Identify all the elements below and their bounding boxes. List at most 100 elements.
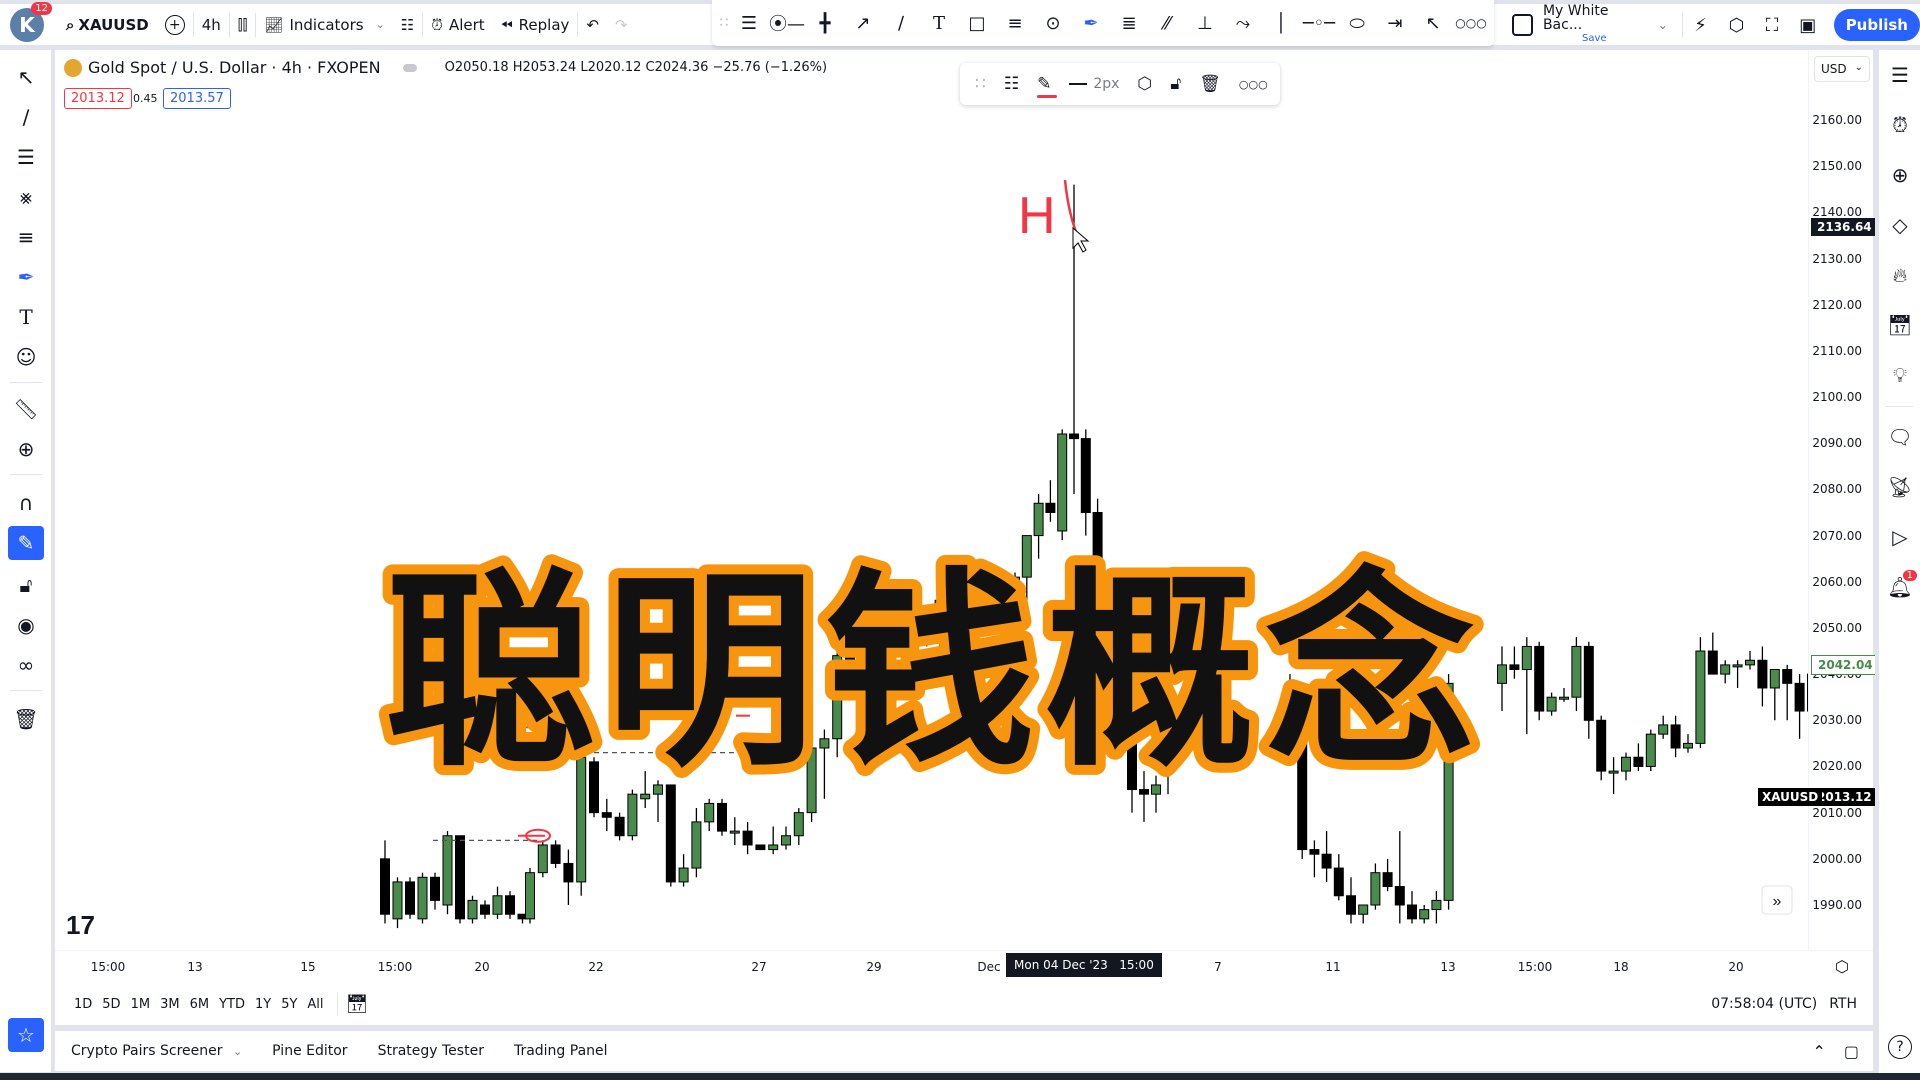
candle-body [640,793,651,800]
maximize-panel-button[interactable]: ▢ [1844,1042,1859,1061]
collapse-panel-button[interactable]: ⌃ [1812,1042,1825,1061]
candle-body [678,867,689,883]
favorites-button[interactable]: ☆ [8,1018,44,1052]
help-button[interactable]: ? [1883,1030,1917,1064]
settings-button[interactable]: ⬡ [1128,63,1161,105]
candle-body [1670,724,1681,749]
streams-button[interactable]: 📡︎ [1883,470,1917,504]
range-5y[interactable]: 5Y [276,997,302,1012]
candle-body [1633,756,1644,767]
ideas-button[interactable]: 💡︎ [1883,358,1917,392]
lock-button[interactable]: 🔓︎ [1161,63,1190,105]
price-tick-label: 2080.00 [1812,482,1862,497]
watchlist-button[interactable]: ☰ [1883,58,1917,92]
range-3m[interactable]: 3M [155,997,185,1012]
publish-button[interactable]: Publish [1833,9,1920,41]
range-ytd[interactable]: YTD [214,997,250,1012]
line-width-button[interactable]: 2px [1060,63,1128,105]
notifications-button[interactable]: 🔔︎ 1 [1883,570,1917,604]
timezone-clock[interactable]: 07:58:04 (UTC) [1711,996,1817,1012]
chevron-down-icon: ⌄ [1854,62,1863,73]
candle-body [1309,849,1320,855]
price-tick-label: 2070.00 [1812,528,1862,543]
playback-button[interactable]: ▷ [1883,520,1917,554]
more-button[interactable]: ○○○ [1230,63,1277,105]
price-axis[interactable]: 2160.00 2150.00 2140.00 2130.00 2120.00 2110.… [1808,50,1880,980]
go-to-date-button[interactable]: 📅︎ [346,994,369,1015]
overlay-title: 聪明钱概念 [385,555,1485,790]
trash-icon: 🗑︎ [1199,74,1221,94]
range-all[interactable]: All [302,997,328,1012]
candle-body [1608,770,1619,774]
candle-body [1658,724,1669,735]
sell-price-button[interactable]: 2013.12 [64,88,132,109]
price-tick-label: 2020.00 [1812,759,1862,774]
candle-body [1707,650,1718,675]
candle-body [1534,645,1545,712]
chats-button[interactable]: 🗨︎ [1883,420,1917,454]
candle-body [1583,645,1594,721]
range-1d[interactable]: 1D [69,997,97,1012]
tab-trading-panel[interactable]: Trading Panel [514,1043,608,1059]
grid-plus-icon: ☷ [1003,74,1020,94]
candle-body [467,899,478,920]
price-tick-label: 2130.00 [1812,251,1862,266]
time-tick-label: 15:00 [90,960,126,974]
candle-body [455,835,465,920]
range-5d[interactable]: 5D [97,997,125,1012]
symbol-title[interactable]: Gold Spot / U.S. Dollar · 4h · FXOPEN [88,58,381,77]
hotlists-button[interactable]: 🔥︎ [1883,258,1917,292]
alerts-button[interactable]: ⏰︎ [1883,108,1917,142]
time-tick-label: 13 [187,960,203,974]
candle-body [1509,664,1520,670]
hide-legend-toggle[interactable] [402,63,417,72]
candlestick-chart[interactable]: H 聪明钱概念 17 » [0,0,1808,980]
session-toggle[interactable]: RTH [1829,996,1857,1012]
candle-body [1045,502,1056,514]
drag-handle[interactable]: ∷ [966,63,995,105]
range-1y[interactable]: 1Y [250,997,276,1012]
line-color-button[interactable]: ✎ [1028,63,1060,105]
axis-settings-gear-icon[interactable]: ⬡ [1835,957,1849,976]
candle-body [1057,433,1068,532]
candle-body [1358,904,1369,915]
candle-body [505,895,515,915]
time-tick-label: 11 [1325,960,1341,974]
play-broadcast-icon: ▷ [1892,525,1908,549]
candle-body [1321,853,1332,869]
unlock-icon: 🔓︎ [1170,74,1182,94]
candle-body [1394,886,1405,906]
range-6m[interactable]: 6M [185,997,215,1012]
tab-crypto-pairs-screener[interactable]: Crypto Pairs Screener ⌄ [71,1043,242,1059]
calendar-button[interactable]: 📅︎ [1883,308,1917,342]
candle-body [1497,664,1507,684]
candle-body [525,872,535,920]
currency-selector[interactable]: USD ⌄ [1814,56,1870,82]
price-tick-label: 2000.00 [1812,851,1862,866]
candle-body [1769,669,1780,689]
tab-pine-editor[interactable]: Pine Editor [272,1043,347,1059]
candle-body [691,821,702,869]
candle-body [742,830,753,846]
price-tick-label: 2050.00 [1812,620,1862,635]
candle-body [1720,664,1731,675]
time-axis[interactable]: 15:00 13 15 15:00 20 22 27 29 Dec 7 11 13 15:00 18 20 M… [55,950,1873,982]
time-tick-label: 20 [1728,960,1744,974]
candle-body [1732,664,1743,668]
layers-button[interactable]: ◇ [1883,208,1917,242]
double-chevron-right-icon: » [1773,893,1782,910]
candle-body [1559,696,1569,700]
candle-body [1382,872,1393,888]
object-tree-button[interactable]: ⊕ [1883,158,1917,192]
range-1m[interactable]: 1M [126,997,156,1012]
date-range-bar: 1D 5D 1M 3M 6M YTD 1Y 5Y All 📅︎ 07:58:04… [55,984,1873,1024]
templates-button[interactable]: ☷ [995,63,1028,105]
delete-button[interactable]: 🗑︎ [1190,63,1230,105]
tab-label: Crypto Pairs Screener [71,1043,223,1059]
layers-icon: ◇ [1892,213,1908,237]
maximize-icon: ▢ [1843,1041,1859,1061]
buy-price-button[interactable]: 2013.57 [163,88,231,109]
candle-body [492,895,503,915]
tab-strategy-tester[interactable]: Strategy Tester [378,1043,484,1059]
candle-body [430,876,440,901]
